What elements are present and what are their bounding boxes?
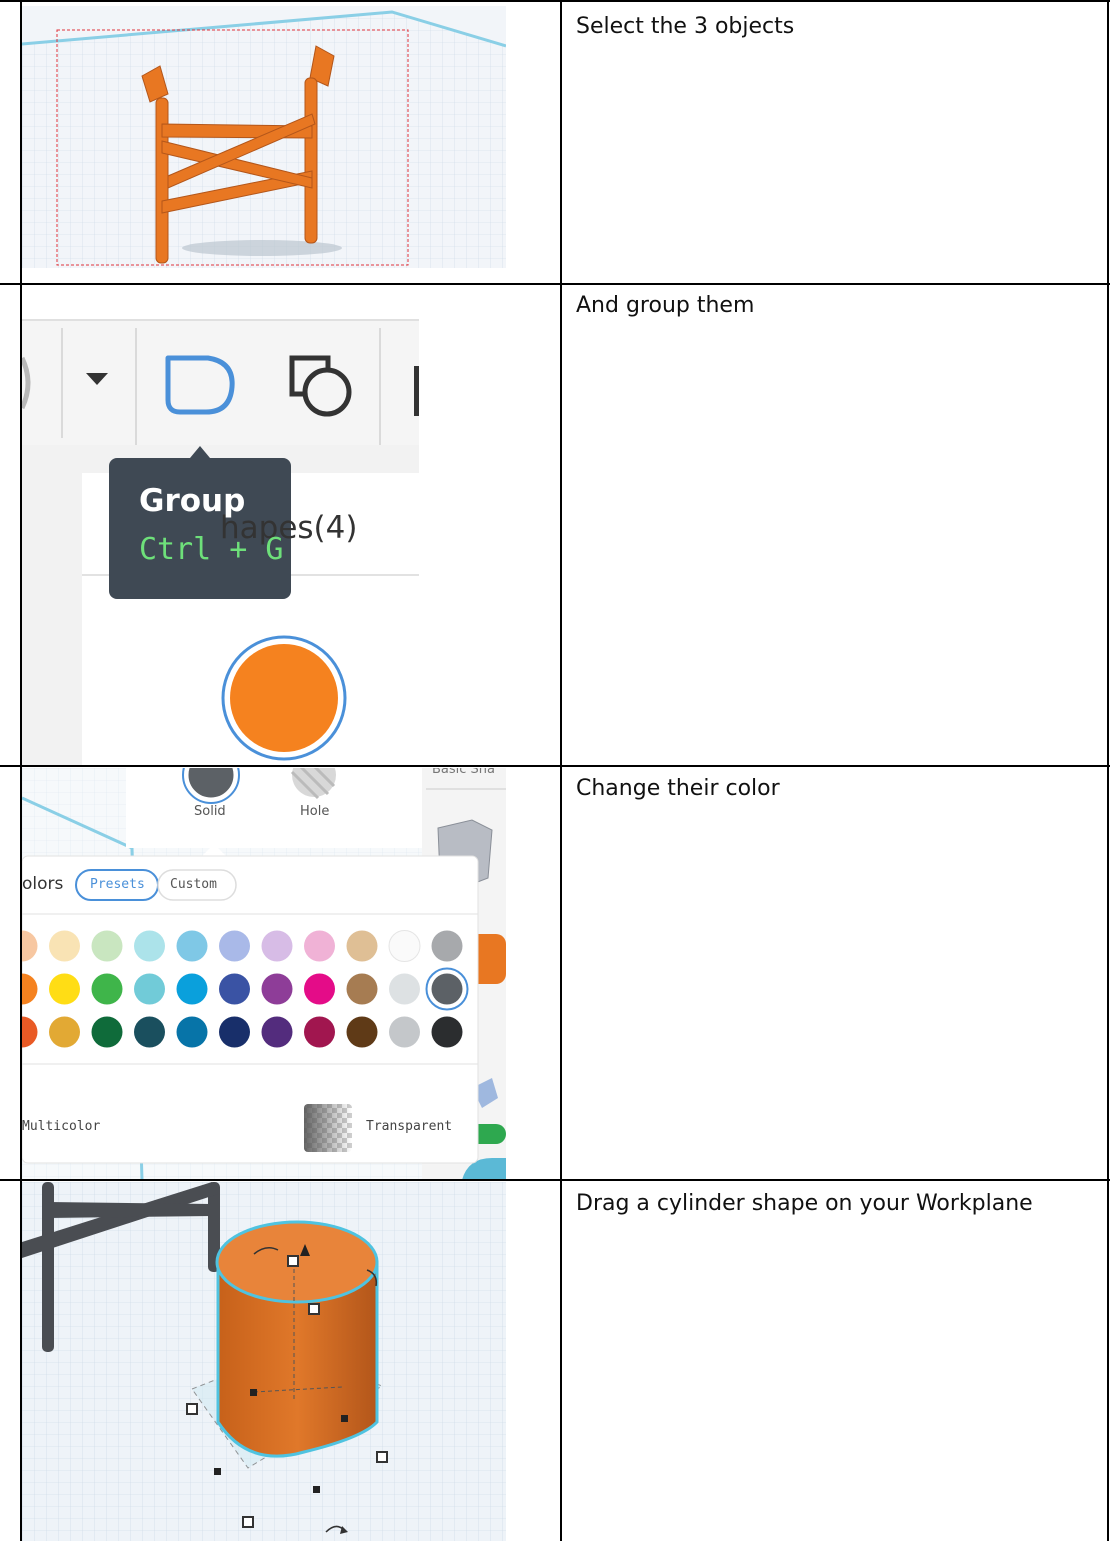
tooltip-shortcut: Ctrl + G <box>139 532 284 567</box>
color-swatch[interactable] <box>91 930 123 962</box>
color-swatch[interactable] <box>91 1016 123 1048</box>
color-swatch[interactable] <box>389 973 420 1005</box>
color-swatch[interactable] <box>91 973 123 1005</box>
tooltip-title: Group <box>139 483 246 519</box>
custom-label[interactable]: Custom <box>170 877 217 892</box>
color-swatch[interactable] <box>176 973 208 1005</box>
step1-screenshot <box>22 6 506 268</box>
color-swatch[interactable] <box>49 930 80 962</box>
color-swatch[interactable] <box>219 973 250 1005</box>
color-swatch[interactable] <box>134 930 165 962</box>
row-divider <box>0 283 1110 285</box>
color-swatch[interactable] <box>431 930 463 962</box>
presets-label[interactable]: Presets <box>90 877 145 892</box>
color-swatch[interactable] <box>261 1016 293 1048</box>
step2-screenshot: hapes(4) Group Ctrl + G <box>22 288 419 766</box>
step2-instruction: And group them <box>576 293 755 318</box>
color-swatch[interactable] <box>219 1016 250 1048</box>
step4-screenshot <box>22 1182 506 1541</box>
color-swatch[interactable] <box>176 930 208 962</box>
color-swatch[interactable] <box>49 1016 80 1048</box>
color-swatch[interactable] <box>261 973 293 1005</box>
instruction-table: hapes(4) Group Ctrl + G Solid Hole Basic… <box>0 0 1110 1541</box>
row-divider <box>0 1179 1110 1181</box>
color-panel <box>22 855 479 1164</box>
color-swatch[interactable] <box>346 973 378 1005</box>
color-swatch[interactable] <box>134 1016 165 1048</box>
step3-screenshot: Solid Hole Basic Sha olors Presets Custo… <box>22 768 506 1180</box>
row-divider <box>0 765 1110 767</box>
color-swatch[interactable] <box>389 1016 420 1048</box>
color-swatch[interactable] <box>346 930 378 962</box>
table-border <box>20 0 22 1541</box>
colors-label: olors <box>22 874 64 894</box>
partial-header: Basic Sha <box>432 768 496 777</box>
column-divider <box>560 0 562 1541</box>
color-swatch[interactable] <box>134 973 165 1005</box>
table-border <box>1107 0 1109 1541</box>
color-swatch[interactable] <box>431 1016 463 1048</box>
color-swatch[interactable] <box>261 930 293 962</box>
multicolor-label[interactable]: Multicolor <box>22 1119 100 1134</box>
color-swatch[interactable] <box>219 930 250 962</box>
color-swatch[interactable] <box>49 973 80 1005</box>
transparent-label[interactable]: Transparent <box>366 1119 452 1134</box>
table-border <box>0 0 1110 2</box>
color-swatch[interactable] <box>304 1016 335 1048</box>
color-swatch[interactable] <box>431 973 463 1005</box>
hole-label: Hole <box>300 804 330 819</box>
color-swatch[interactable] <box>388 930 421 962</box>
color-swatch[interactable] <box>304 973 335 1005</box>
color-swatch[interactable] <box>346 1016 378 1048</box>
color-swatch[interactable] <box>176 1016 208 1048</box>
solid-label: Solid <box>194 804 226 819</box>
step3-instruction: Change their color <box>576 776 780 801</box>
step4-instruction: Drag a cylinder shape on your Workplane <box>576 1191 1033 1216</box>
color-swatch[interactable] <box>304 930 335 962</box>
step1-instruction: Select the 3 objects <box>576 14 795 39</box>
